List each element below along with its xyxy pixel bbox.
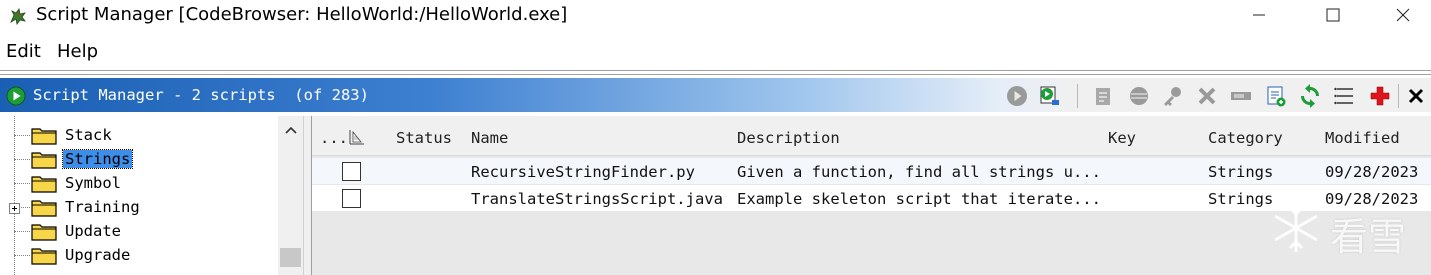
close-panel-icon [1408,88,1424,104]
eclipse-edit-icon [1130,87,1148,105]
menu-divider [0,70,1431,71]
refresh-icon [1301,84,1319,108]
tree-item-label: Strings [61,149,134,169]
help-button[interactable] [1367,83,1393,109]
scroll-thumb[interactable] [280,248,301,267]
title-bar: Script Manager [CodeBrowser: HelloWorld:… [0,0,1431,32]
key-binding-button[interactable] [1159,83,1185,109]
folder-icon [31,248,57,265]
column-name[interactable]: Name [471,129,508,147]
cell-name: RecursiveStringFinder.py [471,163,695,181]
script-directories-icon [1334,87,1353,105]
tree-connector [14,183,30,184]
tree-item[interactable]: Update [0,220,278,244]
cell-category: Strings [1208,163,1274,181]
folder-icon [31,200,57,217]
cell-name: TranslateStringsScript.java [471,190,723,208]
ghidra-dragon-icon [10,8,26,25]
tree-item[interactable]: Stack [0,124,278,148]
component-toolbar [1000,80,1431,110]
script-table: ... Status Name Description Key Category… [312,116,1431,275]
help-icon [1370,86,1390,106]
cell-description: Given a function, find all strings u... [737,163,1101,181]
menu-edit[interactable]: Edit [6,41,41,62]
tree-item-label: Upgrade [65,246,131,264]
close-button[interactable] [1380,0,1426,30]
tree-item-label: Stack [65,126,112,144]
toolbar-separator-2 [1398,84,1399,108]
tree-item-label: Update [65,222,121,240]
tree-item[interactable]: Strings [0,148,278,172]
maximize-button[interactable] [1310,0,1356,30]
window-title: Script Manager [CodeBrowser: HelloWorld:… [36,4,568,25]
menu-help[interactable]: Help [57,41,98,62]
close-panel-button[interactable] [1403,83,1429,109]
cell-category: Strings [1208,190,1274,208]
tree-item[interactable]: Upgrade [0,244,278,268]
column-status[interactable]: Status [396,129,452,147]
delete-script-icon [1198,87,1216,105]
cell-modified: 09/28/2023 [1325,163,1419,181]
table-row[interactable]: RecursiveStringFinder.py Given a function… [312,158,1431,184]
run-play-icon [6,86,26,106]
tree-connector [14,255,30,256]
edit-script-icon [1096,88,1110,105]
folder-icon [31,176,57,193]
menu-bar: Edit Help [0,36,1431,66]
close-icon [1396,8,1410,22]
column-key[interactable]: Key [1108,129,1136,147]
script-directories-button[interactable] [1332,83,1358,109]
new-script-icon [1267,86,1286,107]
refresh-button[interactable] [1297,83,1323,109]
tree-item[interactable]: Training [0,196,278,220]
minimize-button[interactable] [1236,0,1282,30]
cell-description: Example skeleton script that iterate... [737,190,1101,208]
new-script-button[interactable] [1263,83,1289,109]
tree-item-label: Symbol [65,174,121,192]
folder-icon [31,128,57,145]
tree-item[interactable]: Symbol [0,172,278,196]
tree-connector [14,135,30,136]
key-binding-icon [1164,87,1181,106]
category-tree[interactable]: Stack Strings Symbol Training Update Upgrade [0,116,303,275]
minimize-icon [1253,14,1265,16]
tree-connector [14,231,30,232]
chevron-up-icon [284,126,297,134]
script-checkbox[interactable] [342,189,361,208]
edit-script-button[interactable] [1090,83,1116,109]
delete-script-button[interactable] [1194,83,1220,109]
column-description[interactable]: Description [737,129,840,147]
expand-icon[interactable] [9,203,20,214]
table-row[interactable]: TranslateStringsScript.java Example skele… [312,185,1431,211]
run-last-script-button[interactable] [1037,83,1063,109]
sort-icon[interactable] [348,128,366,146]
column-modified[interactable]: Modified [1325,129,1400,147]
run-last-script-icon [1040,86,1059,105]
panel-splitter[interactable] [303,116,312,275]
rename-script-button[interactable] [1228,83,1254,109]
scroll-up-button[interactable] [278,118,303,142]
run-script-button[interactable] [1004,83,1030,109]
watermark-text: 看雪 [1330,215,1407,259]
toolbar-separator [1077,84,1078,108]
table-header: ... Status Name Description Key Category… [312,116,1431,156]
menu-divider-2 [0,74,1431,75]
eclipse-edit-button[interactable] [1126,83,1152,109]
maximize-icon [1326,8,1340,22]
tree-item-label: Training [65,198,140,216]
tree-connector [14,159,30,160]
rename-script-icon [1231,92,1251,100]
column-ellipsis[interactable]: ... [320,129,348,147]
run-script-icon [1007,86,1027,106]
folder-icon [31,152,57,169]
script-checkbox[interactable] [342,162,361,181]
folder-icon [31,224,57,241]
component-title: Script Manager - 2 scripts (of 283) [33,86,369,104]
column-category[interactable]: Category [1208,129,1283,147]
